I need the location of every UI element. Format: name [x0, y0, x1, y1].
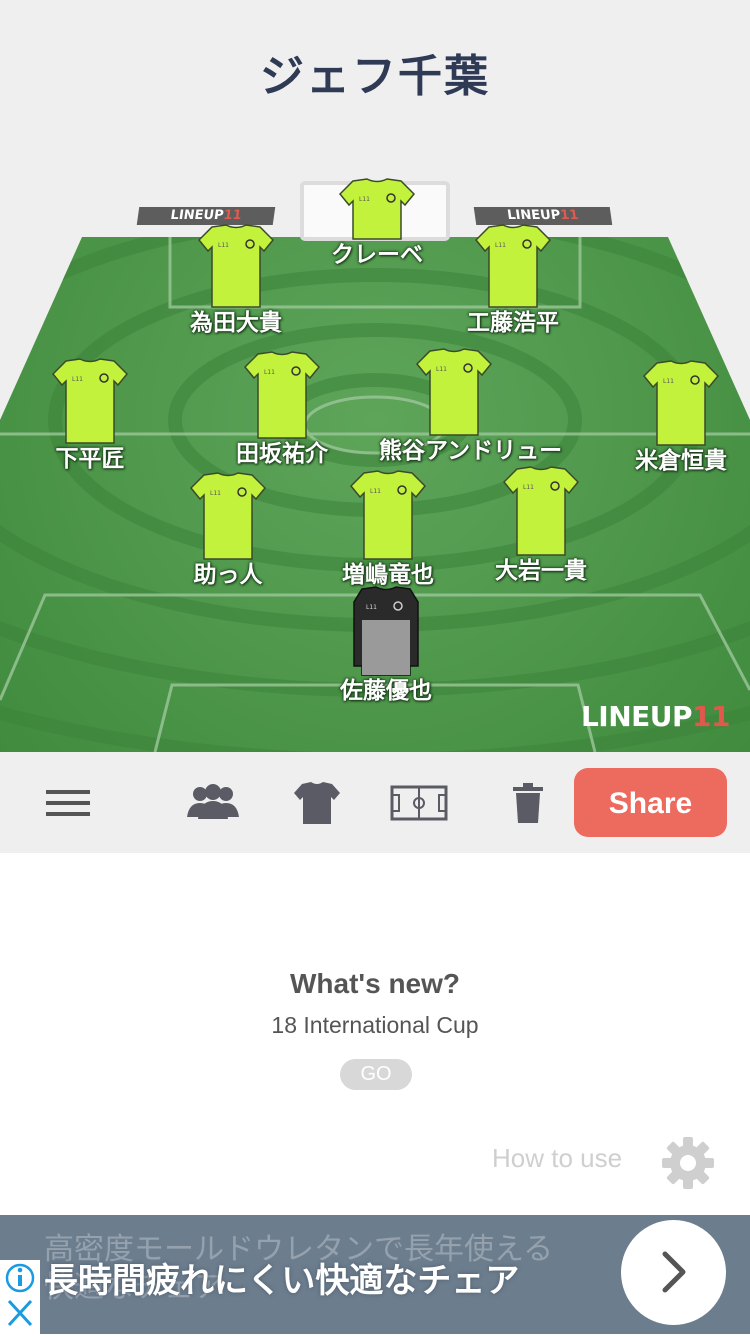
svg-text:L11: L11: [370, 488, 381, 495]
whats-new-title: What's new?: [290, 968, 460, 999]
player-name: 下平匠: [55, 446, 125, 472]
svg-text:L11: L11: [366, 604, 377, 611]
shirt-icon: L11: [244, 351, 320, 439]
shirt-icon: L11: [643, 360, 719, 446]
shirt-icon: L11: [416, 348, 492, 436]
hamburger-menu-icon: [46, 789, 90, 816]
player-name: 田坂祐介: [236, 441, 328, 467]
player-name: クレーベ: [331, 242, 423, 268]
whats-new-subtitle: 18 International Cup: [271, 1012, 479, 1038]
player-slot[interactable]: L11 米倉恒貴: [606, 360, 750, 474]
player-slot-goalkeeper[interactable]: L11 佐藤優也: [311, 586, 461, 704]
ad-close-button[interactable]: [4, 1296, 36, 1334]
go-button[interactable]: GO: [340, 1059, 412, 1090]
trash-icon: [513, 782, 543, 823]
shirt-icon: L11: [475, 224, 551, 308]
team-name[interactable]: ジェフ千葉: [0, 40, 750, 104]
svg-text:L11: L11: [495, 242, 506, 249]
player-slot[interactable]: L11 大岩一貴: [466, 466, 616, 584]
svg-text:L11: L11: [72, 376, 83, 383]
player-name: 佐藤優也: [340, 678, 432, 704]
lineup11-logo: LINEUP11: [580, 700, 731, 733]
player-slot[interactable]: L11 クレーベ: [302, 178, 452, 268]
shirt-icon: L11: [503, 466, 579, 556]
player-slot[interactable]: L11 増嶋竜也: [313, 470, 463, 588]
pitch-icon: [390, 785, 448, 820]
ad-open-button[interactable]: [621, 1220, 726, 1325]
player-name: 熊谷アンドリュー: [379, 438, 563, 464]
player-slot[interactable]: L11 田坂祐介: [207, 351, 357, 467]
shirt-icon: L11: [52, 358, 128, 444]
lineup11-sign-right: LINEUP11: [473, 207, 613, 225]
svg-text:L11: L11: [218, 242, 229, 249]
player-name: 米倉恒貴: [635, 448, 727, 474]
player-slot[interactable]: L11 熊谷アンドリュー: [379, 348, 563, 464]
delete-button[interactable]: [506, 752, 550, 853]
svg-text:L11: L11: [523, 484, 534, 491]
chevron-right-icon: [662, 1251, 686, 1293]
player-slot[interactable]: L11 下平匠: [15, 358, 165, 472]
player-name: 工藤浩平: [467, 310, 559, 336]
shirt-icon: L11: [190, 472, 266, 560]
player-name: 大岩一貴: [495, 558, 587, 584]
shirt-icon: L11: [350, 470, 426, 560]
formation-button[interactable]: [388, 752, 450, 853]
svg-text:L11: L11: [264, 369, 275, 376]
goalkeeper-shirt-icon: L11: [353, 586, 419, 676]
kit-button[interactable]: [288, 752, 346, 853]
players-button[interactable]: [180, 752, 246, 853]
people-icon: [187, 783, 239, 819]
gear-icon: [662, 1137, 714, 1189]
lineup11-sign-left: LINEUP11: [136, 207, 276, 225]
shirt-icon: L11: [339, 178, 415, 240]
player-name: 増嶋竜也: [342, 562, 434, 588]
svg-text:L11: L11: [210, 490, 221, 497]
player-name: 為田大貴: [190, 310, 282, 336]
player-slot[interactable]: L11 助っ人: [153, 472, 303, 588]
svg-text:L11: L11: [663, 378, 674, 385]
settings-button[interactable]: [660, 1135, 716, 1195]
svg-text:L11: L11: [436, 366, 447, 373]
menu-button[interactable]: [38, 752, 98, 853]
shirt-icon: L11: [198, 224, 274, 308]
svg-text:L11: L11: [359, 196, 370, 203]
how-to-use-link[interactable]: How to use: [492, 1143, 622, 1174]
lineup-area: ジェフ千葉 LINEUP11 LINEUP11 L11 クレーベ L11 為田大…: [0, 0, 750, 752]
shirt-icon: [294, 781, 340, 824]
player-slot[interactable]: L11 工藤浩平: [438, 224, 588, 336]
share-button[interactable]: Share: [574, 768, 727, 837]
player-name: 助っ人: [193, 562, 263, 588]
close-icon: [7, 1299, 33, 1327]
ad-headline: 長時間疲れにくい快適なチェア: [44, 1261, 520, 1301]
ad-banner[interactable]: 高密度モールドウレタンで長年使える 快適なチェア 長時間疲れにくい快適なチェア: [0, 1215, 750, 1334]
player-slot[interactable]: L11 為田大貴: [161, 224, 311, 336]
